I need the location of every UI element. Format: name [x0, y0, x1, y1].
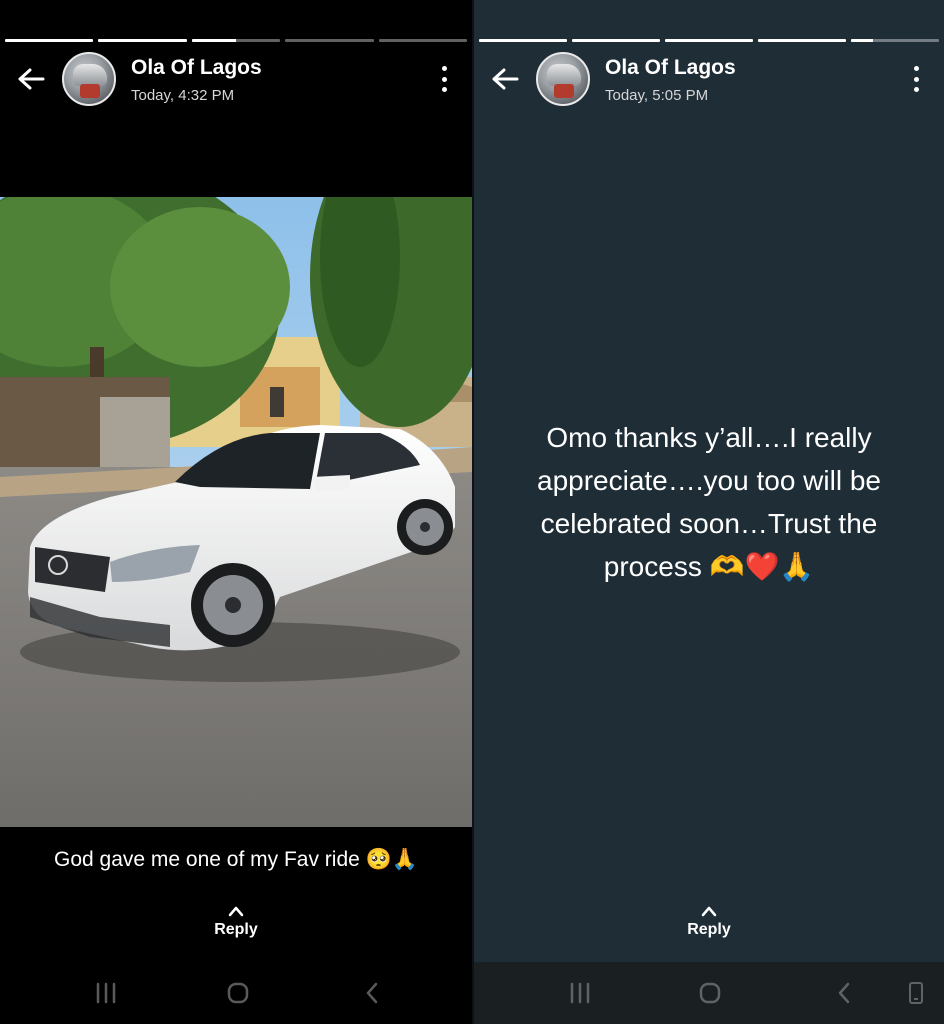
progress-segment [98, 39, 187, 42]
home-icon[interactable] [696, 980, 724, 1006]
avatar[interactable] [62, 52, 116, 106]
chevron-up-icon [228, 906, 244, 917]
more-vertical-icon[interactable] [438, 66, 450, 92]
progress-segment [665, 39, 753, 42]
story-progress-bar [5, 39, 468, 42]
arrow-left-icon[interactable] [16, 64, 46, 94]
avatar[interactable] [536, 52, 590, 106]
reply-button[interactable]: Reply [0, 905, 472, 939]
contact-name[interactable]: Ola Of Lagos [131, 56, 262, 80]
rotate-icon[interactable] [904, 980, 928, 1006]
story-panel-right[interactable]: Ola Of Lagos Today, 5:05 PM Omo thanks y… [474, 0, 944, 1024]
chevron-up-icon [701, 906, 717, 917]
reply-button[interactable]: Reply [474, 905, 944, 939]
home-icon[interactable] [224, 980, 252, 1006]
story-caption: God gave me one of my Fav ride 🥺🙏 [54, 848, 418, 871]
progress-segment [572, 39, 660, 42]
story-photo [0, 197, 472, 827]
story-header: Ola Of Lagos Today, 5:05 PM [474, 52, 944, 106]
story-progress-bar [479, 39, 939, 42]
status-timestamp: Today, 4:32 PM [131, 87, 235, 104]
progress-segment [378, 39, 468, 42]
contact-name[interactable]: Ola Of Lagos [605, 56, 736, 80]
progress-segment [479, 39, 567, 42]
progress-segment [285, 39, 374, 42]
story-panel-left[interactable]: Ola Of Lagos Today, 4:32 PM God gave me … [0, 0, 472, 1024]
progress-segment [851, 39, 939, 42]
system-nav-bar [0, 962, 472, 1024]
arrow-left-icon[interactable] [490, 64, 520, 94]
progress-segment [191, 39, 281, 42]
car-photo [0, 197, 472, 827]
system-nav-bar [474, 962, 944, 1024]
nav-back-icon[interactable] [830, 980, 858, 1006]
story-header: Ola Of Lagos Today, 4:32 PM [0, 52, 472, 106]
reply-label: Reply [214, 921, 258, 938]
status-timestamp: Today, 5:05 PM [605, 87, 709, 104]
progress-segment [758, 39, 846, 42]
reply-label: Reply [687, 921, 731, 938]
recents-icon[interactable] [566, 980, 594, 1006]
more-vertical-icon[interactable] [910, 66, 922, 92]
nav-back-icon[interactable] [358, 980, 386, 1006]
text-status: Omo thanks y’all….I really appreciate….y… [537, 422, 881, 582]
progress-segment [5, 39, 94, 42]
recents-icon[interactable] [92, 980, 120, 1006]
